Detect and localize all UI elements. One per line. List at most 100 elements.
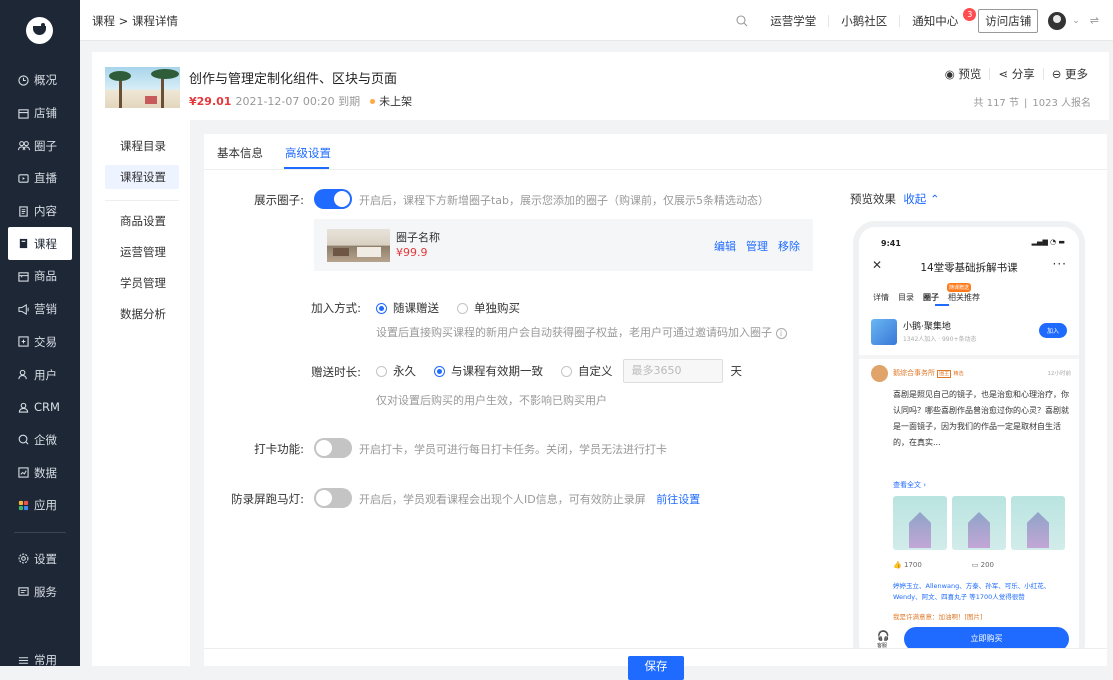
service-icon xyxy=(17,585,30,598)
wecom-icon xyxy=(17,433,30,446)
subnav-operations[interactable]: 运营管理 xyxy=(105,240,179,264)
phone-tab-related[interactable]: 相关推荐 xyxy=(948,292,980,303)
eye-icon: ◉ xyxy=(944,67,959,81)
save-button[interactable]: 保存 xyxy=(628,656,684,680)
subnav-product-settings[interactable]: 商品设置 xyxy=(105,209,179,233)
notification-badge: 3 xyxy=(963,7,977,21)
checkin-toggle[interactable] xyxy=(314,438,352,458)
poster-avatar xyxy=(871,365,888,382)
course-price: ¥29.01 xyxy=(189,94,232,108)
join-method-label: 加入方式: xyxy=(311,301,361,315)
sidebar-item-live[interactable]: 直播 xyxy=(0,162,80,195)
enroll-count: 1023 人报名 xyxy=(1032,98,1091,109)
duration-option-forever[interactable]: 永久 xyxy=(376,363,416,379)
share-button[interactable]: ⋖ 分享 xyxy=(989,68,1042,80)
phone-tabs: 详情 目录 圈子 相关推荐 xyxy=(873,292,980,303)
radio-unselected xyxy=(561,365,572,377)
sidebar-item-crm[interactable]: CRM xyxy=(0,391,80,424)
sidebar-item-settings[interactable]: 设置 xyxy=(0,543,80,576)
subnav-course-settings[interactable]: 课程设置 xyxy=(105,165,179,189)
collapse-preview-button[interactable]: 收起 ⌃ xyxy=(903,192,939,206)
course-header: 创作与管理定制化组件、区块与页面 ¥29.01 2021-12-07 00:20… xyxy=(92,52,1109,120)
custom-days-input[interactable]: 最多3650 xyxy=(622,359,723,383)
sidebar-item-course[interactable]: 课程 xyxy=(8,227,72,261)
join-option-gift[interactable]: 随课赠送 xyxy=(376,300,439,316)
sidebar-item-favorite[interactable]: 常用 xyxy=(0,644,80,677)
switch-icon[interactable]: ⇌ xyxy=(1090,14,1099,27)
read-more-link[interactable]: 查看全文 › xyxy=(893,480,926,490)
info-icon[interactable]: i xyxy=(775,328,787,339)
visit-store-button[interactable]: 访问店铺 xyxy=(978,8,1039,33)
phone-tab-detail[interactable]: 详情 xyxy=(873,292,889,303)
show-circle-label: 展示圈子: xyxy=(254,193,304,207)
chevron-up-icon: ⌃ xyxy=(929,192,940,206)
sidebar-item-service[interactable]: 服务 xyxy=(0,575,80,608)
sidebar-item-wecom[interactable]: 企微 xyxy=(0,424,80,457)
headset-icon[interactable]: 🎧 客服 xyxy=(877,631,889,649)
tab-advanced[interactable]: 高级设置 xyxy=(285,145,331,161)
sidebar-item-product[interactable]: 商品 xyxy=(0,260,80,293)
phone-circle-item: 小鹅·聚集地 1342人加入 · 990+条动态 加入 xyxy=(871,317,1071,349)
sidebar-item-trade[interactable]: 交易 xyxy=(0,326,80,359)
breadcrumb[interactable]: 课程 > 课程详情 xyxy=(92,13,178,29)
sidebar-item-store[interactable]: 店铺 xyxy=(0,97,80,130)
tab-basic-info[interactable]: 基本信息 xyxy=(217,145,263,161)
lesson-count: 共 117 节 xyxy=(973,98,1019,109)
avatar[interactable] xyxy=(1048,11,1067,30)
megaphone-icon xyxy=(17,303,30,316)
phone-divider xyxy=(859,355,1079,359)
phone-tab-catalog[interactable]: 目录 xyxy=(898,292,914,303)
sidebar-item-overview[interactable]: 概况 xyxy=(0,64,80,97)
sidebar: 概况 店铺 圈子 直播 内容 课程 商品 营销 交易 用户 CRM 企微 数据 … xyxy=(0,0,80,667)
status-badge: 未上架 xyxy=(379,95,413,108)
duration-option-custom[interactable]: 自定义 xyxy=(561,363,613,379)
sidebar-item-apps[interactable]: 应用 xyxy=(0,489,80,522)
radio-unselected xyxy=(376,365,387,377)
post-image xyxy=(952,496,1006,550)
likers-list: 婷婷玉立、Allenwang、方泰、孙军、可乐、小红花、Wendy、阿文、四喜丸… xyxy=(893,582,1051,601)
show-circle-toggle[interactable] xyxy=(314,189,352,209)
course-stats: 共 117 节 | 1023 人报名 xyxy=(969,94,1096,109)
anti-record-toggle[interactable] xyxy=(314,488,352,508)
community-link[interactable]: 小鹅社区 xyxy=(828,14,899,27)
subnav-catalog[interactable]: 课程目录 xyxy=(105,134,179,158)
notification-center-link[interactable]: 通知中心 3 xyxy=(899,7,977,27)
more-button[interactable]: ⊖ 更多 xyxy=(1042,68,1096,80)
remove-circle-button[interactable]: 移除 xyxy=(778,238,800,254)
gift-duration-label: 赠送时长: xyxy=(311,365,361,379)
gear-icon xyxy=(17,552,30,565)
checkin-desc: 开启打卡，学员可进行每日打卡任务。关闭，学员无法进行打卡 xyxy=(359,443,667,456)
live-icon xyxy=(17,172,30,185)
subnav-analytics[interactable]: 数据分析 xyxy=(105,302,179,326)
sidebar-item-data[interactable]: 数据 xyxy=(0,456,80,489)
sidebar-item-user[interactable]: 用户 xyxy=(0,358,80,391)
go-settings-link[interactable]: 前往设置 xyxy=(656,493,700,506)
top-bar: 课程 > 课程详情 运营学堂 小鹅社区 通知中心 3 访问店铺 ⌄ ⇌ xyxy=(80,0,1113,41)
more-dots-icon[interactable]: ··· xyxy=(1053,257,1067,271)
preview-button[interactable]: ◉ 预览 xyxy=(937,68,990,80)
chevron-down-icon[interactable]: ⌄ xyxy=(1072,16,1080,26)
comment-count[interactable]: ▭ 200 xyxy=(972,561,994,569)
post-stats: 👍 1700 ▭ 200 xyxy=(893,561,994,569)
comment-icon: ▭ xyxy=(971,561,981,569)
subnav-students[interactable]: 学员管理 xyxy=(105,271,179,295)
join-option-buy[interactable]: 单独购买 xyxy=(457,300,520,316)
radio-selected xyxy=(376,302,387,314)
circle-name: 圈子名称 xyxy=(396,231,440,244)
phone-tab-circle[interactable]: 圈子 xyxy=(923,292,939,303)
edit-circle-button[interactable]: 编辑 xyxy=(714,238,736,254)
preview-label: 预览效果 xyxy=(850,192,896,206)
ops-academy-link[interactable]: 运营学堂 xyxy=(758,15,828,27)
sidebar-item-circle[interactable]: 圈子 xyxy=(0,129,80,162)
like-count[interactable]: 👍 1700 xyxy=(893,561,922,569)
featured-badge: 精选 xyxy=(953,371,964,377)
app-logo[interactable] xyxy=(26,17,53,44)
search-icon[interactable] xyxy=(736,14,748,28)
manage-circle-button[interactable]: 管理 xyxy=(746,238,768,254)
phone-circle-name: 小鹅·聚集地 xyxy=(903,322,951,332)
owner-badge: 圈主 xyxy=(937,370,952,378)
sidebar-item-content[interactable]: 内容 xyxy=(0,195,80,228)
phone-join-button[interactable]: 加入 xyxy=(1038,323,1067,338)
duration-option-course[interactable]: 与课程有效期一致 xyxy=(434,363,543,379)
sidebar-item-marketing[interactable]: 营销 xyxy=(0,293,80,326)
